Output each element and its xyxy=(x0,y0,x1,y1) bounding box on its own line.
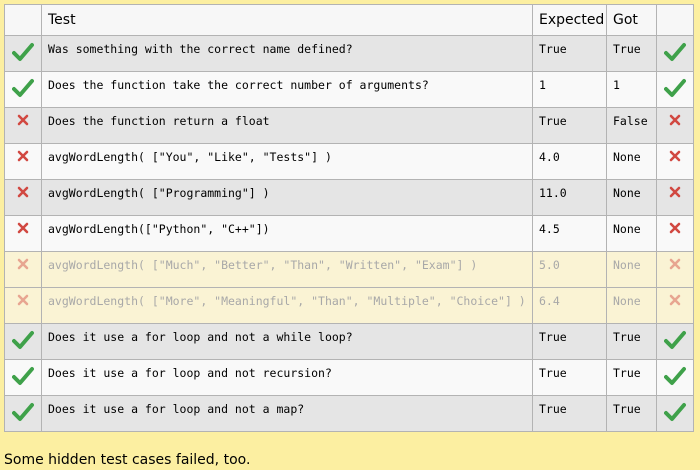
got-cell: None xyxy=(606,143,657,180)
test-cell: Does the function return a float xyxy=(41,107,533,144)
check-icon xyxy=(663,42,687,62)
status-cell-left xyxy=(4,395,42,432)
expected-cell: True xyxy=(532,35,607,72)
status-cell-right xyxy=(656,323,694,360)
table-row: Does it use a for loop and not a while l… xyxy=(4,323,694,360)
header-got: Got xyxy=(606,4,657,36)
table-row: avgWordLength( ["More", "Meaningful", "T… xyxy=(4,287,694,324)
status-cell-left xyxy=(4,251,42,288)
check-icon xyxy=(11,330,35,350)
status-cell-left xyxy=(4,179,42,216)
got-cell: True xyxy=(606,395,657,432)
cross-icon xyxy=(663,114,687,126)
status-cell-right xyxy=(656,71,694,108)
expected-cell: True xyxy=(532,359,607,396)
got-cell: True xyxy=(606,359,657,396)
got-cell: None xyxy=(606,215,657,252)
expected-cell: 6.4 xyxy=(532,287,607,324)
header-status-right xyxy=(656,4,694,36)
header-test: Test xyxy=(41,4,533,36)
status-cell-left xyxy=(4,287,42,324)
table-row: Does it use a for loop and not a map? Tru… xyxy=(4,395,694,432)
header-status-left xyxy=(4,4,42,36)
table-row: Does the function take the correct numbe… xyxy=(4,71,694,108)
table-row: avgWordLength( ["Programming"] ) 11.0 None xyxy=(4,179,694,216)
status-cell-left xyxy=(4,215,42,252)
check-icon xyxy=(663,330,687,350)
test-cell: Was something with the correct name defi… xyxy=(41,35,533,72)
test-results-table: Test Expected Got Was something with the… xyxy=(4,4,694,432)
status-cell-right xyxy=(656,179,694,216)
check-icon xyxy=(11,402,35,422)
test-cell: avgWordLength( ["More", "Meaningful", "T… xyxy=(41,287,533,324)
got-cell: True xyxy=(606,323,657,360)
table-row: Was something with the correct name defi… xyxy=(4,35,694,72)
check-icon xyxy=(663,366,687,386)
cross-icon xyxy=(663,258,687,270)
test-cell: Does it use a for loop and not a map? xyxy=(41,395,533,432)
status-cell-right xyxy=(656,251,694,288)
cross-icon xyxy=(11,294,35,306)
table-row: avgWordLength(["Python", "C++"]) 4.5 None xyxy=(4,215,694,252)
status-cell-right xyxy=(656,35,694,72)
cross-icon xyxy=(11,186,35,198)
cross-icon xyxy=(11,222,35,234)
status-cell-right xyxy=(656,107,694,144)
check-icon xyxy=(11,78,35,98)
status-cell-right xyxy=(656,287,694,324)
test-cell: Does it use a for loop and not a while l… xyxy=(41,323,533,360)
got-cell: False xyxy=(606,107,657,144)
expected-cell: 11.0 xyxy=(532,179,607,216)
status-cell-left xyxy=(4,35,42,72)
status-cell-left xyxy=(4,359,42,396)
status-cell-right xyxy=(656,359,694,396)
expected-cell: 1 xyxy=(532,71,607,108)
status-cell-left xyxy=(4,107,42,144)
expected-cell: True xyxy=(532,323,607,360)
test-cell: avgWordLength( ["Much", "Better", "Than"… xyxy=(41,251,533,288)
test-cell: avgWordLength( ["You", "Like", "Tests"] … xyxy=(41,143,533,180)
status-cell-left xyxy=(4,323,42,360)
got-cell: None xyxy=(606,287,657,324)
hidden-tests-message: Some hidden test cases failed, too. xyxy=(4,452,251,468)
status-cell-left xyxy=(4,71,42,108)
table-header-row: Test Expected Got xyxy=(4,4,694,36)
check-icon xyxy=(663,402,687,422)
check-icon xyxy=(663,78,687,98)
got-cell: None xyxy=(606,179,657,216)
expected-cell: True xyxy=(532,395,607,432)
cross-icon xyxy=(663,150,687,162)
status-cell-right xyxy=(656,395,694,432)
status-cell-right xyxy=(656,215,694,252)
cross-icon xyxy=(11,150,35,162)
got-cell: None xyxy=(606,251,657,288)
table-row: Does the function return a float True Fals… xyxy=(4,107,694,144)
test-cell: avgWordLength(["Python", "C++"]) xyxy=(41,215,533,252)
expected-cell: True xyxy=(532,107,607,144)
status-cell-right xyxy=(656,143,694,180)
expected-cell: 4.5 xyxy=(532,215,607,252)
check-icon xyxy=(11,42,35,62)
cross-icon xyxy=(663,294,687,306)
test-cell: Does the function take the correct numbe… xyxy=(41,71,533,108)
table-row: avgWordLength( ["Much", "Better", "Than"… xyxy=(4,251,694,288)
cross-icon xyxy=(11,114,35,126)
got-cell: 1 xyxy=(606,71,657,108)
table-row: Does it use a for loop and not recursion… xyxy=(4,359,694,396)
cross-icon xyxy=(663,222,687,234)
check-icon xyxy=(11,366,35,386)
cross-icon xyxy=(11,258,35,270)
expected-cell: 4.0 xyxy=(532,143,607,180)
cross-icon xyxy=(663,186,687,198)
header-expected: Expected xyxy=(532,4,607,36)
status-cell-left xyxy=(4,143,42,180)
test-cell: Does it use a for loop and not recursion… xyxy=(41,359,533,396)
test-cell: avgWordLength( ["Programming"] ) xyxy=(41,179,533,216)
expected-cell: 5.0 xyxy=(532,251,607,288)
got-cell: True xyxy=(606,35,657,72)
table-row: avgWordLength( ["You", "Like", "Tests"] … xyxy=(4,143,694,180)
